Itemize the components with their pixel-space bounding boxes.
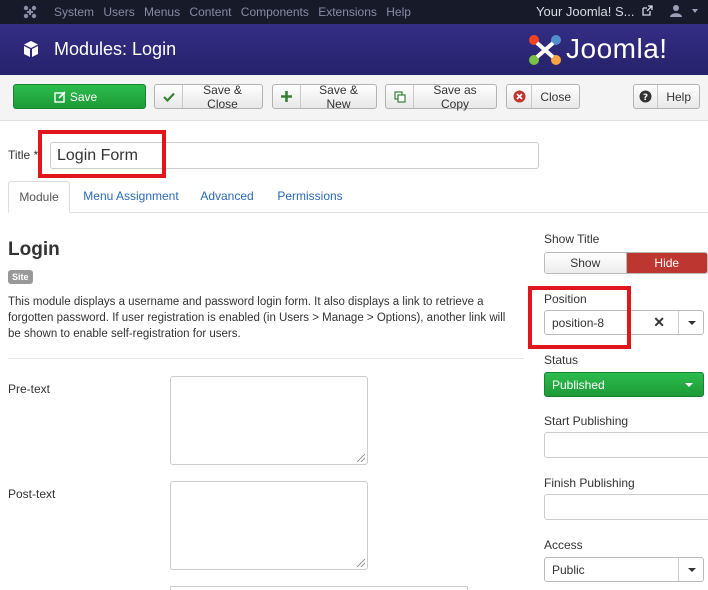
nav-system[interactable]: System [54,5,94,19]
hide-option[interactable]: Hide [626,253,707,273]
nav-extensions[interactable]: Extensions [318,5,377,19]
site-link[interactable]: Your Joomla! S... [536,4,635,19]
admin-menubar: System Users Menus Content Components Ex… [0,0,708,24]
close-label: Close [540,89,571,104]
status-select[interactable]: Published [544,372,704,397]
module-description: This module displays a username and pass… [8,296,506,340]
show-title-toggle: Show Hide [544,252,708,274]
close-button[interactable]: Close [506,84,580,109]
chevron-down-icon [685,383,693,387]
status-value: Published [552,378,605,392]
nav-menus[interactable]: Menus [144,5,180,19]
site-badge: Site [8,270,33,284]
save-button[interactable]: Save [13,84,146,109]
save-new-label: Save & New [319,82,358,111]
status-label: Status [544,353,579,367]
access-value: Public [552,563,585,577]
joomla-wordmark: Joomla! [566,33,668,64]
tab-bar: Module Menu Assignment Advanced Permissi… [8,181,708,213]
position-dropdown-toggle[interactable] [678,311,703,334]
cube-icon [24,41,38,57]
title-input[interactable] [50,142,539,169]
show-title-label: Show Title [544,232,600,246]
help-label: Help [666,89,691,104]
start-publishing-label: Start Publishing [544,414,629,428]
post-text-textarea[interactable] [170,481,368,570]
title-label: Title * [8,148,39,162]
save-label: Save [69,89,98,104]
page-title: Modules: Login [54,39,177,59]
position-value: position-8 [552,316,605,330]
edit-icon [54,90,66,103]
divider [8,358,524,359]
pre-text-textarea[interactable] [170,376,368,465]
module-heading: Login [8,239,60,260]
admin-nav: System Users Menus Content Components Ex… [54,5,417,19]
check-icon [155,85,183,108]
joomla-brand-icon [529,35,561,65]
tab-menu-assignment[interactable]: Menu Assignment [75,181,187,213]
finish-publishing-label: Finish Publishing [544,476,635,490]
show-option[interactable]: Show [545,253,627,273]
nav-components[interactable]: Components [241,5,309,19]
save-copy-label: Save as Copy [433,82,477,111]
pre-text-label: Pre-text [8,382,51,396]
tab-permissions[interactable]: Permissions [270,181,350,213]
question-icon: ? [634,85,659,108]
access-select[interactable]: Public [544,557,704,582]
next-field-stub [170,586,468,590]
external-link-icon [642,5,653,16]
save-copy-button[interactable]: Save as Copy [385,82,497,111]
position-select[interactable]: position-8 ✕ [544,310,704,335]
finish-publishing-input[interactable] [544,494,708,520]
nav-help[interactable]: Help [386,5,411,19]
tab-module[interactable]: Module [8,181,70,213]
clear-icon[interactable]: ✕ [653,314,665,331]
joomla-logo-icon[interactable] [22,4,38,20]
nav-users[interactable]: Users [103,5,134,19]
close-circle-icon [507,85,533,108]
user-menu-caret-icon[interactable] [692,9,698,13]
page-header: Modules: Login Joomla! [0,24,708,75]
chevron-down-icon [688,321,696,325]
resize-grip-icon[interactable] [357,559,365,567]
svg-text:?: ? [643,93,648,103]
save-new-button[interactable]: Save & New [272,82,377,111]
plus-icon [273,85,301,108]
save-close-label: Save & Close [203,82,242,111]
nav-content[interactable]: Content [189,5,231,19]
position-label: Position [544,292,587,306]
save-close-button[interactable]: Save & Close [154,82,263,111]
user-menu-icon[interactable] [670,4,682,17]
toolbar: Save Save & Close Save & New Save as Cop… [0,75,708,121]
access-label: Access [544,538,583,552]
copy-icon [386,85,414,108]
help-button[interactable]: ? Help [633,84,700,109]
start-publishing-input[interactable] [544,432,708,458]
resize-grip-icon[interactable] [357,454,365,462]
access-dropdown-toggle[interactable] [678,558,703,581]
post-text-label: Post-text [8,487,56,501]
tab-advanced[interactable]: Advanced [192,181,262,213]
chevron-down-icon [688,568,696,572]
